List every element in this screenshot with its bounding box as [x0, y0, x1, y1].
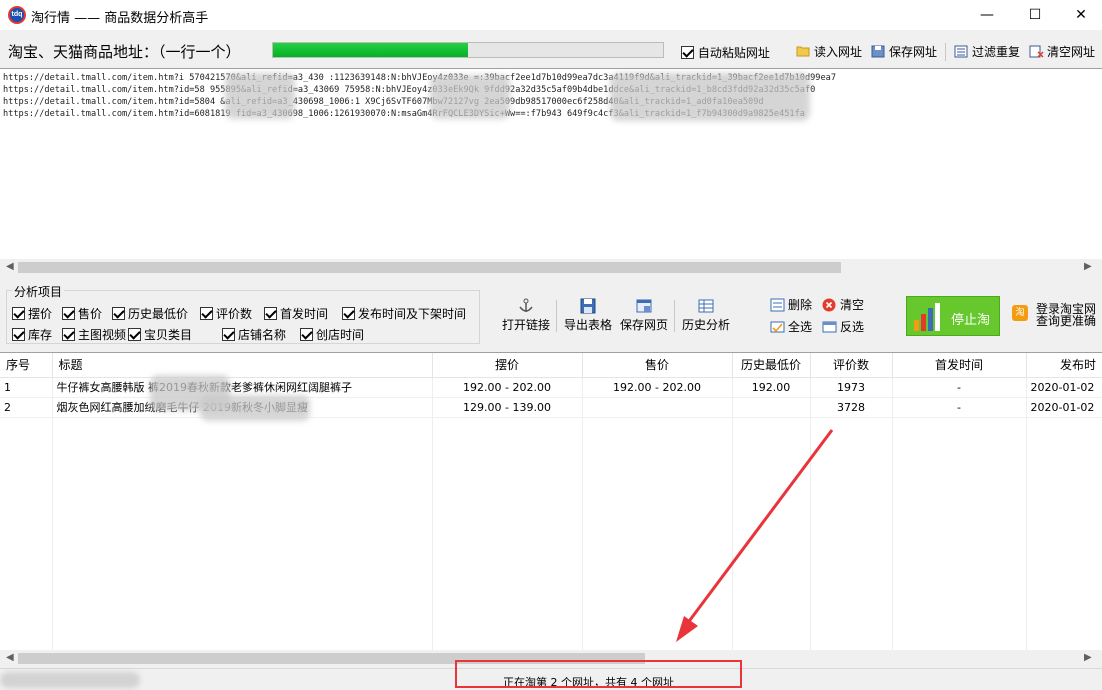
annotation-arrow-icon — [676, 429, 834, 642]
main-window: tdq 淘行情 —— 商品数据分析高手 — ☐ ✕ 淘宝、天猫商品地址：（一行一… — [0, 0, 1102, 689]
